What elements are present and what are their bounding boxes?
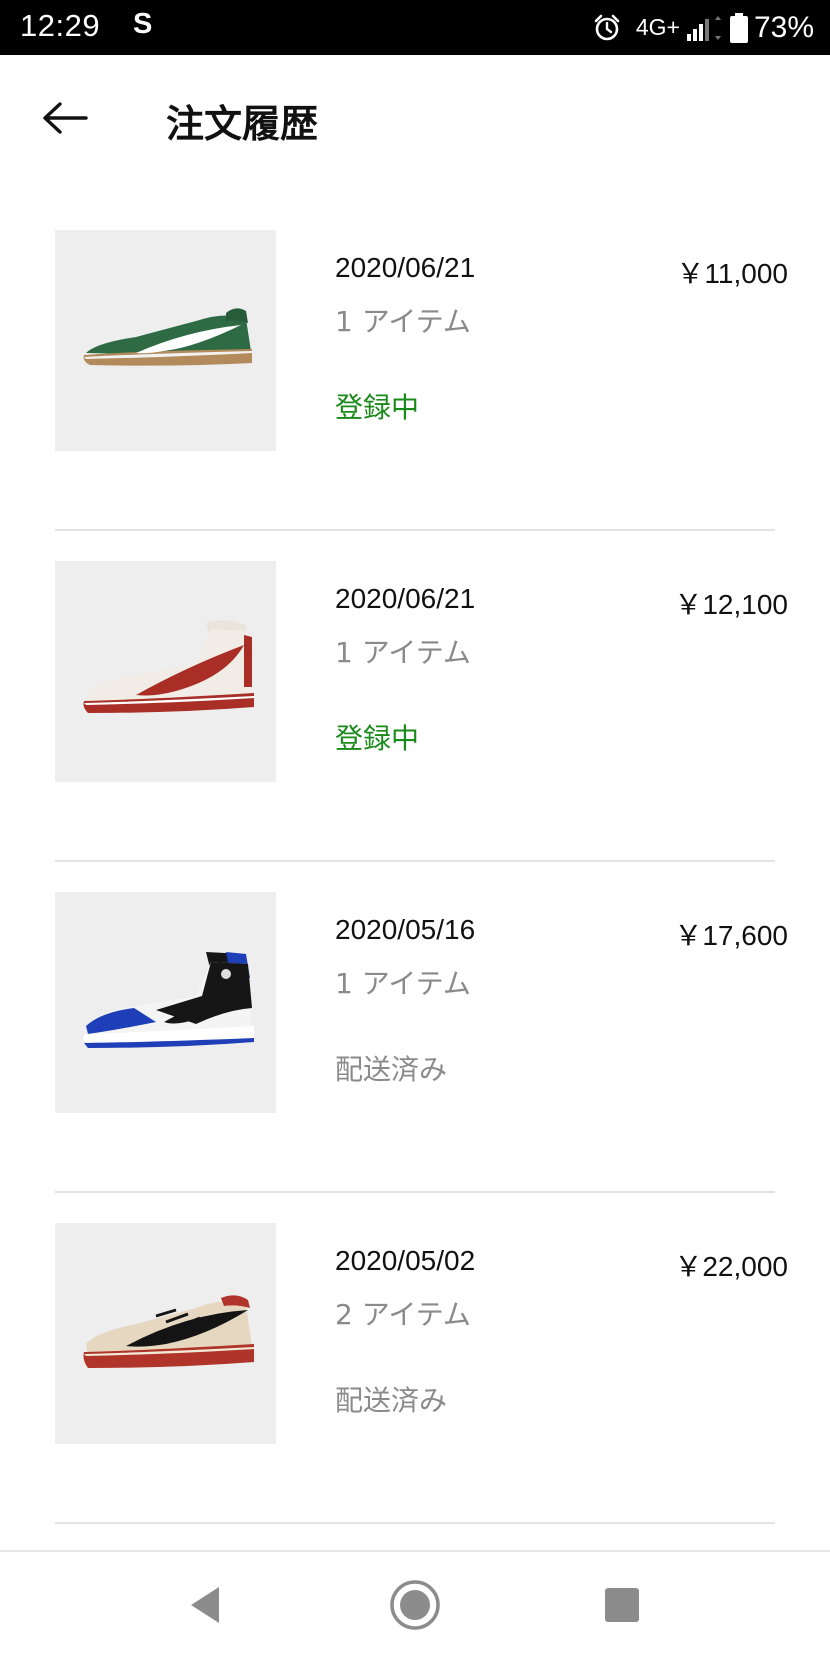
green-sneaker-image (83, 307, 252, 366)
cream-red-sneaker-image (83, 1294, 254, 1368)
square-recents-icon (604, 1587, 640, 1627)
order-list: 2020/06/21 ￥11,000 1 アイテム 登録中 2020/06/21… (0, 200, 830, 1524)
white-red-sneaker-image (83, 619, 254, 713)
status-app-indicator: S (133, 8, 153, 40)
status-network: 4G+ (635, 14, 680, 40)
order-item[interactable]: 2020/05/16 ￥17,600 1 アイテム 配送済み (0, 862, 830, 1193)
order-price: ￥12,100 (674, 589, 788, 620)
status-bar: 12:29 S 4G+ 73% (0, 0, 830, 55)
order-item-count: 1 アイテム (335, 305, 471, 338)
status-icons: 4G+ 73% (592, 0, 814, 55)
back-button[interactable] (30, 95, 100, 145)
order-price: ￥11,000 (676, 258, 788, 289)
order-price: ￥22,000 (674, 1251, 788, 1282)
product-image (55, 561, 276, 782)
blue-black-sneaker-image (83, 951, 254, 1048)
system-nav-bar (0, 1550, 830, 1662)
order-item-count: 2 アイテム (335, 1298, 471, 1331)
order-date: 2020/05/02 (335, 1245, 476, 1276)
order-date: 2020/05/16 (335, 914, 476, 945)
product-image (55, 1223, 276, 1444)
page-title: 注文履歴 (166, 102, 319, 146)
arrow-left-icon (42, 102, 88, 138)
product-image (55, 892, 276, 1113)
order-item[interactable]: 2020/06/21 ￥12,100 1 アイテム 登録中 (0, 531, 830, 862)
status-battery: 73% (753, 10, 814, 44)
product-image (55, 230, 276, 451)
nav-home-button[interactable] (385, 1580, 445, 1632)
order-item-count: 1 アイテム (335, 636, 471, 669)
nav-recents-button[interactable] (592, 1582, 652, 1632)
status-time: 12:29 (20, 8, 101, 43)
app-header: 注文履歴 (0, 55, 830, 185)
order-date: 2020/06/21 (335, 252, 476, 283)
triangle-back-icon (187, 1585, 223, 1629)
order-price: ￥17,600 (674, 920, 788, 951)
nav-back-button[interactable] (175, 1582, 235, 1632)
order-item[interactable]: 2020/06/21 ￥11,000 1 アイテム 登録中 (0, 200, 830, 531)
order-status: 配送済み (335, 1053, 448, 1086)
alarm-icon (592, 13, 622, 43)
order-date: 2020/06/21 (335, 583, 476, 614)
order-status: 配送済み (335, 1384, 448, 1417)
order-status: 登録中 (335, 722, 420, 755)
signal-icon (686, 14, 722, 42)
order-item-count: 1 アイテム (335, 967, 471, 1000)
divider (55, 1522, 775, 1524)
battery-icon (729, 12, 748, 43)
order-item[interactable]: 2020/05/02 ￥22,000 2 アイテム 配送済み (0, 1193, 830, 1524)
circle-home-icon (388, 1578, 442, 1636)
order-status: 登録中 (335, 391, 420, 424)
